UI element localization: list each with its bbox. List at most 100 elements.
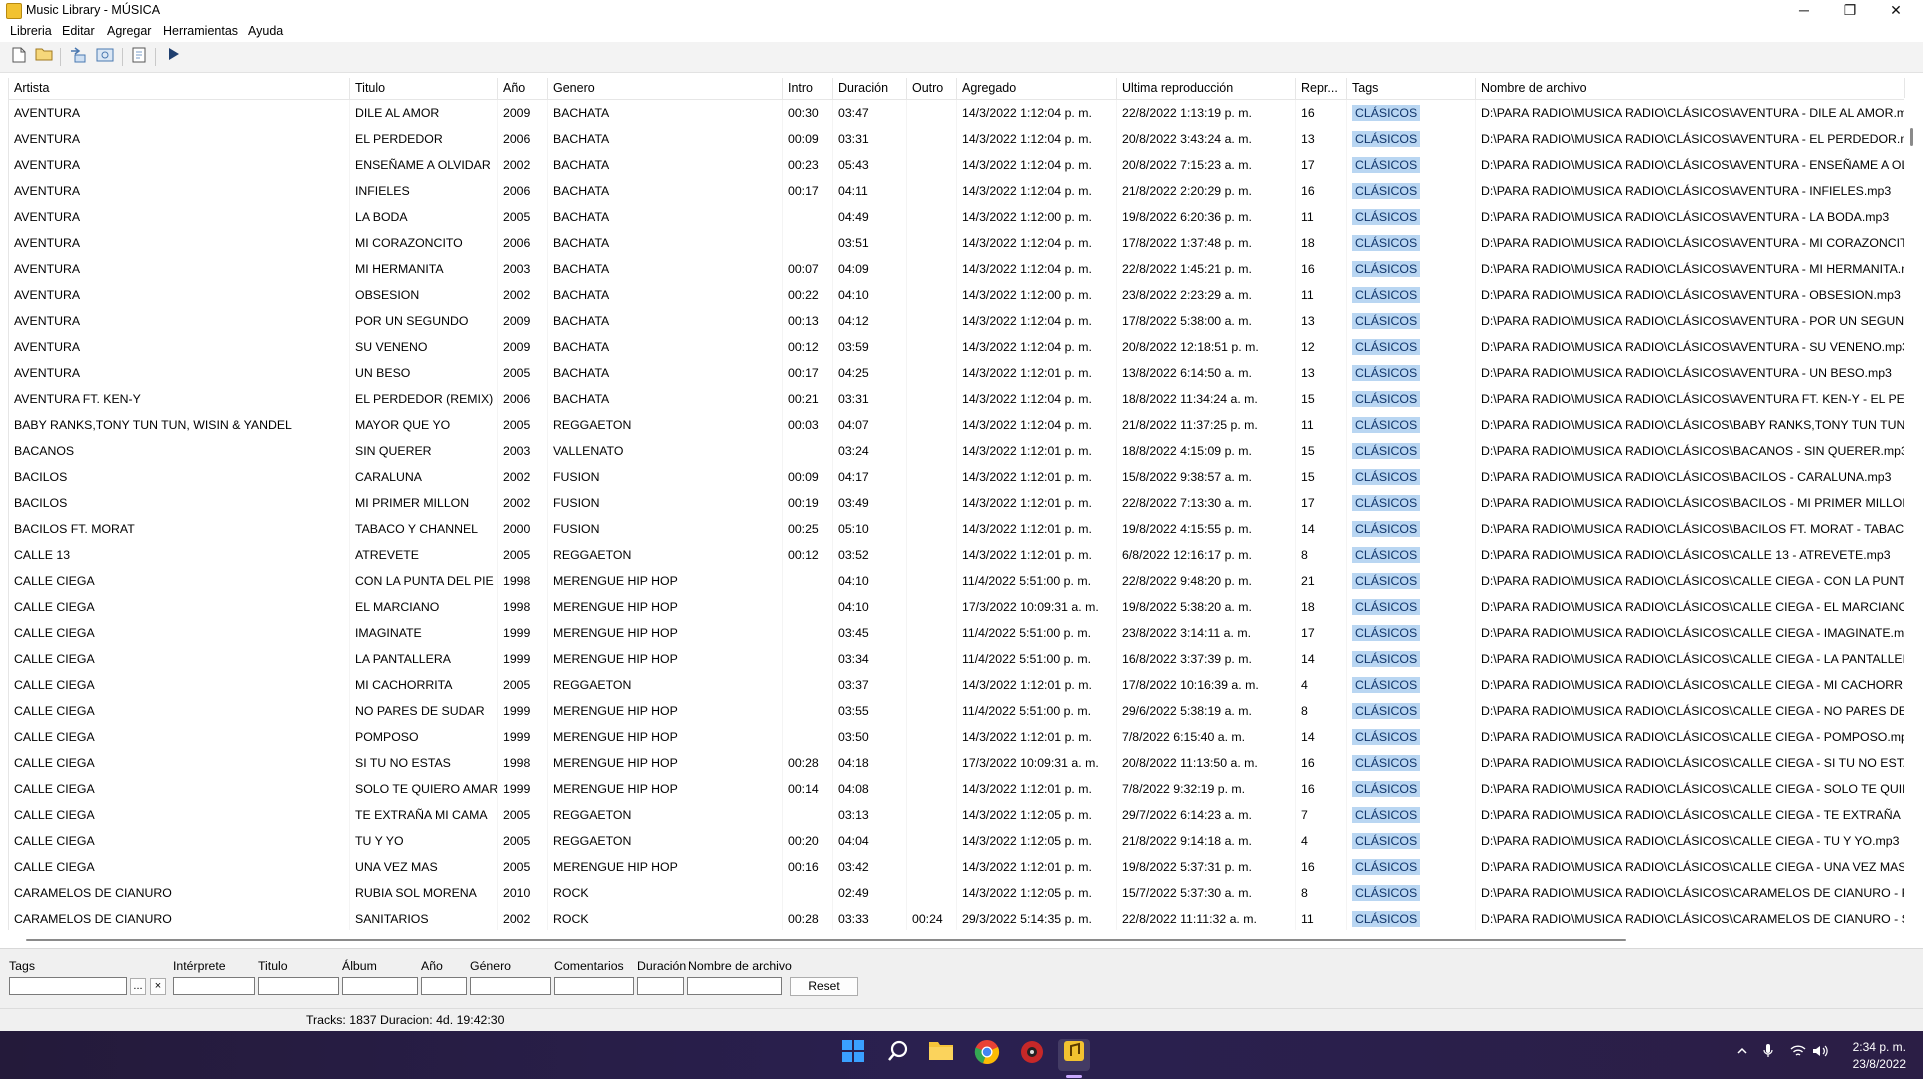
menu-agregar[interactable]: Agregar — [107, 24, 151, 38]
cell-tags: CLÁSICOS — [1347, 178, 1476, 204]
filter-comentarios-input[interactable] — [554, 977, 634, 995]
table-row[interactable]: AVENTURA INFIELES 2006 BACHATA 00:17 04:11 14/… — [9, 178, 1905, 204]
vertical-scrollbar-thumb[interactable] — [1910, 128, 1913, 146]
table-row[interactable]: AVENTURA UN BESO 2005 BACHATA 00:17 04:25 14/3… — [9, 360, 1905, 386]
open-folder-icon[interactable] — [34, 47, 54, 67]
column-header-nombre-archivo[interactable]: Nombre de archivo — [1476, 78, 1905, 99]
table-row[interactable]: CALLE CIEGA LA PANTALLERA 1999 MERENGUE HIP… — [9, 646, 1905, 672]
column-header-titulo[interactable]: Titulo — [350, 78, 498, 99]
app-red-icon[interactable] — [1016, 1039, 1048, 1071]
filter-tags-clear-button[interactable]: × — [150, 978, 166, 995]
table-row[interactable]: AVENTURA ENSEÑAME A OLVIDAR 2002 BACHATA 00:… — [9, 152, 1905, 178]
table-row[interactable]: AVENTURA MI CORAZONCITO 2006 BACHATA 03:51 14… — [9, 230, 1905, 256]
table-row[interactable]: AVENTURA POR UN SEGUNDO 2009 BACHATA 00:13 04… — [9, 308, 1905, 334]
filter-titulo-input[interactable] — [258, 977, 339, 995]
filter-interprete-input[interactable] — [173, 977, 255, 995]
filter-genero-input[interactable] — [470, 977, 551, 995]
chrome-icon[interactable] — [971, 1039, 1003, 1071]
table-row[interactable]: CALLE CIEGA EL MARCIANO 1998 MERENGUE HIP H… — [9, 594, 1905, 620]
table-row[interactable]: AVENTURA SU VENENO 2009 BACHATA 00:12 03:59 14… — [9, 334, 1905, 360]
cell-agregado: 14/3/2022 1:12:01 p. m. — [957, 516, 1117, 542]
horizontal-scrollbar[interactable] — [8, 936, 1904, 944]
file-explorer-icon[interactable] — [925, 1039, 957, 1071]
menu-herramientas[interactable]: Herramientas — [163, 24, 238, 38]
table-row[interactable]: AVENTURA LA BODA 2005 BACHATA 04:49 14/3/2022… — [9, 204, 1905, 230]
table-row[interactable]: AVENTURA DILE AL AMOR 2009 BACHATA 00:30 03:4… — [9, 100, 1905, 126]
table-row[interactable]: BACILOS CARALUNA 2002 FUSION 00:09 04:17 14/3/… — [9, 464, 1905, 490]
tag-badge: CLÁSICOS — [1352, 911, 1421, 927]
column-header-tags[interactable]: Tags — [1347, 78, 1476, 99]
tray-chevron-up-icon[interactable] — [1736, 1045, 1748, 1060]
table-row[interactable]: AVENTURA OBSESION 2002 BACHATA 00:22 04:10 14/… — [9, 282, 1905, 308]
table-row[interactable]: BACILOS FT. MORAT TABACO Y CHANNEL 2000 FUS… — [9, 516, 1905, 542]
cell-reproducciones: 4 — [1296, 672, 1347, 698]
column-header-ultima-reproduccion[interactable]: Ultima reproducción — [1117, 78, 1296, 99]
menu-libreria[interactable]: Libreria — [10, 24, 52, 38]
cell-genero: MERENGUE HIP HOP — [548, 698, 783, 724]
table-row[interactable]: CALLE CIEGA SOLO TE QUIERO AMAR 1999 MERENG… — [9, 776, 1905, 802]
table-row[interactable]: BABY RANKS,TONY TUN TUN, WISIN & YANDEL M… — [9, 412, 1905, 438]
column-header-outro[interactable]: Outro — [907, 78, 957, 99]
new-file-icon[interactable] — [9, 47, 29, 67]
scan-folder-icon[interactable] — [95, 47, 115, 67]
column-header-reproducciones[interactable]: Repr... — [1296, 78, 1347, 99]
table-row[interactable]: CALLE CIEGA IMAGINATE 1999 MERENGUE HIP HOP… — [9, 620, 1905, 646]
table-row[interactable]: BACANOS SIN QUERER 2003 VALLENATO 03:24 14/3/… — [9, 438, 1905, 464]
close-button[interactable]: ✕ — [1873, 0, 1919, 21]
filter-album-input[interactable] — [342, 977, 418, 995]
play-icon[interactable] — [163, 47, 183, 67]
vertical-scrollbar[interactable] — [1904, 98, 1919, 930]
table-row[interactable]: CARAMELOS DE CIANURO SANITARIOS 2002 ROCK 00… — [9, 906, 1905, 930]
minimize-button[interactable]: ─ — [1781, 0, 1827, 21]
table-row[interactable]: CALLE CIEGA SI TU NO ESTAS 1998 MERENGUE HI… — [9, 750, 1905, 776]
table-row[interactable]: CALLE CIEGA CON LA PUNTA DEL PIE 1998 MEREN… — [9, 568, 1905, 594]
horizontal-scrollbar-thumb[interactable] — [26, 939, 1626, 941]
column-header-duracion[interactable]: Duración — [833, 78, 907, 99]
menu-editar[interactable]: Editar — [62, 24, 95, 38]
grid-header: Artista Titulo Año Genero Intro Duración Outro… — [9, 78, 1905, 100]
table-row[interactable]: CALLE CIEGA TE EXTRAÑA MI CAMA 2005 REGGAET… — [9, 802, 1905, 828]
search-icon[interactable] — [882, 1039, 914, 1071]
filter-ano-input[interactable] — [421, 977, 467, 995]
cell-tags: CLÁSICOS — [1347, 516, 1476, 542]
cell-tags: CLÁSICOS — [1347, 308, 1476, 334]
table-row[interactable]: CALLE CIEGA UNA VEZ MAS 2005 MERENGUE HIP H… — [9, 854, 1905, 880]
cell-tags: CLÁSICOS — [1347, 724, 1476, 750]
table-row[interactable]: CARAMELOS DE CIANURO RUBIA SOL MORENA 2010… — [9, 880, 1905, 906]
filter-nombre-archivo-input[interactable] — [687, 977, 782, 995]
table-row[interactable]: CALLE CIEGA TU Y YO 2005 REGGAETON 00:20 04:0… — [9, 828, 1905, 854]
filter-tags-more-button[interactable]: ... — [130, 978, 146, 995]
import-icon[interactable] — [68, 47, 88, 67]
tag-badge: CLÁSICOS — [1352, 287, 1421, 303]
column-header-genero[interactable]: Genero — [548, 78, 783, 99]
cell-titulo: CON LA PUNTA DEL PIE — [350, 568, 498, 594]
windows-start-icon[interactable] — [837, 1039, 869, 1071]
column-header-agregado[interactable]: Agregado — [957, 78, 1117, 99]
cell-genero: BACHATA — [548, 100, 783, 126]
table-row[interactable]: CALLE CIEGA MI CACHORRITA 2005 REGGAETON 03:… — [9, 672, 1905, 698]
menu-ayuda[interactable]: Ayuda — [248, 24, 283, 38]
clock-date[interactable]: 23/8/2022 — [1846, 1057, 1906, 1071]
filter-tags-input[interactable] — [9, 977, 127, 995]
track-grid[interactable]: Artista Titulo Año Genero Intro Duración Outro… — [8, 78, 1905, 930]
column-header-intro[interactable]: Intro — [783, 78, 833, 99]
wifi-icon[interactable] — [1790, 1044, 1806, 1061]
maximize-button[interactable]: ❐ — [1827, 0, 1873, 21]
music-library-icon[interactable] — [1058, 1039, 1090, 1071]
table-row[interactable]: AVENTURA EL PERDEDOR 2006 BACHATA 00:09 03:31… — [9, 126, 1905, 152]
reset-button[interactable]: Reset — [790, 977, 858, 996]
filter-duracion-input[interactable] — [637, 977, 684, 995]
speaker-icon[interactable] — [1812, 1044, 1830, 1061]
table-row[interactable]: AVENTURA FT. KEN-Y EL PERDEDOR (REMIX) 200… — [9, 386, 1905, 412]
table-row[interactable]: CALLE CIEGA NO PARES DE SUDAR 1999 MERENGUE… — [9, 698, 1905, 724]
table-row[interactable]: CALLE 13 ATREVETE 2005 REGGAETON 00:12 03:52 1… — [9, 542, 1905, 568]
playlist-icon[interactable] — [129, 47, 149, 67]
cell-ultima-reproduccion: 18/8/2022 11:34:24 a. m. — [1117, 386, 1296, 412]
column-header-artista[interactable]: Artista — [9, 78, 350, 99]
column-header-ano[interactable]: Año — [498, 78, 548, 99]
clock-time[interactable]: 2:34 p. m. — [1846, 1040, 1906, 1054]
table-row[interactable]: CALLE CIEGA POMPOSO 1999 MERENGUE HIP HOP 03… — [9, 724, 1905, 750]
table-row[interactable]: BACILOS MI PRIMER MILLON 2002 FUSION 00:19 03… — [9, 490, 1905, 516]
table-row[interactable]: AVENTURA MI HERMANITA 2003 BACHATA 00:07 04:0… — [9, 256, 1905, 282]
microphone-icon[interactable] — [1762, 1043, 1774, 1062]
